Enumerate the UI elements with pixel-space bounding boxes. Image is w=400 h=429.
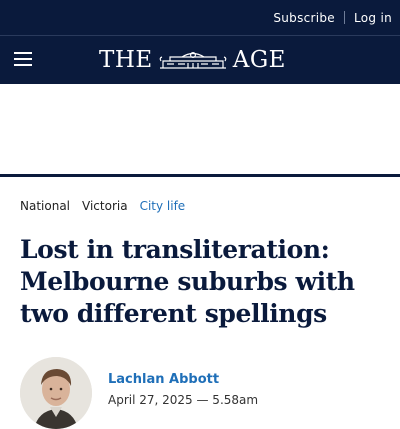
breadcrumb-victoria[interactable]: Victoria <box>82 199 128 213</box>
link-separator <box>344 11 345 24</box>
logo-word-age: AGE <box>232 47 286 73</box>
logo-word-the: THE <box>99 47 153 73</box>
subscribe-link[interactable]: Subscribe <box>273 11 335 25</box>
top-utility-bar: Subscribe Log in <box>0 0 400 35</box>
breadcrumb: National Victoria City life <box>20 197 197 215</box>
login-link[interactable]: Log in <box>354 11 392 25</box>
the-age-logo[interactable]: THE AGE <box>99 46 301 74</box>
breadcrumb-city-life[interactable]: City life <box>140 199 186 213</box>
hamburger-menu-icon[interactable] <box>14 52 34 68</box>
masthead: THE AGE <box>0 36 400 84</box>
section-rule <box>0 174 400 177</box>
account-links: Subscribe Log in <box>273 0 392 35</box>
ad-placeholder <box>0 84 400 174</box>
author-name-link[interactable]: Lachlan Abbott <box>108 372 219 387</box>
author-avatar[interactable] <box>20 357 92 429</box>
logo-crest-icon <box>159 51 227 69</box>
author-portrait-icon <box>20 357 92 429</box>
article-headline: Lost in transliteration: Melbourne subur… <box>20 235 355 328</box>
breadcrumb-national[interactable]: National <box>20 199 70 213</box>
article-date: April 27, 2025 — 5.58am <box>108 393 259 407</box>
